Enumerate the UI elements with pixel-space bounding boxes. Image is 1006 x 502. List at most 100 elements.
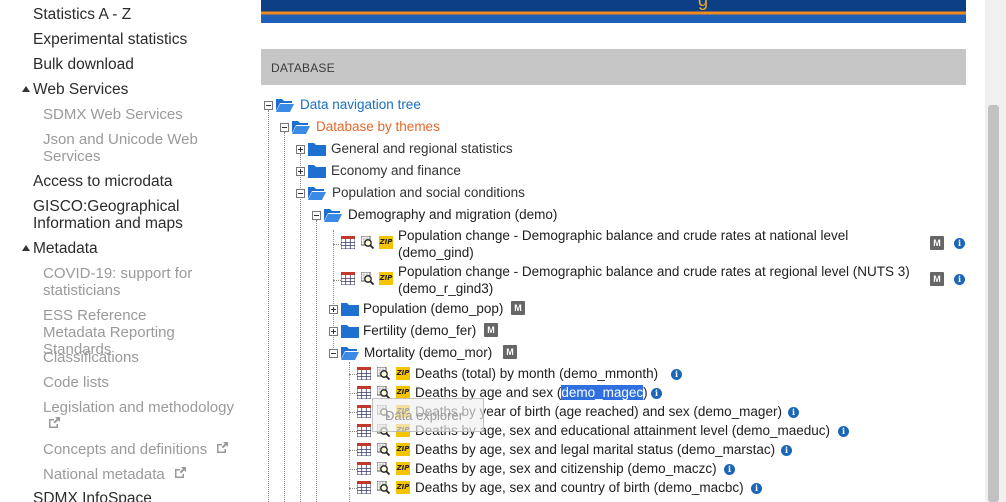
table-icon[interactable] [357,424,371,437]
info-icon[interactable]: i [651,388,662,399]
data-explorer-icon[interactable] [377,462,390,475]
sidebar-item-experimental-statistics[interactable]: Experimental statistics [33,31,187,48]
collapse-icon[interactable] [296,189,305,198]
sidebar-item-sdmx-web-services[interactable]: SDMX Web Services [43,106,183,123]
info-icon[interactable]: i [954,274,965,285]
collapse-icon[interactable] [264,101,273,110]
tree-line [333,230,334,358]
tree-node-label: Fertility (demo_fer) [363,323,477,338]
expand-icon[interactable] [329,305,338,314]
collapse-icon[interactable] [329,349,338,358]
table-icon[interactable] [341,236,355,249]
sidebar-item-label: Concepts and definitions [43,441,208,458]
sidebar-item-national-metadata[interactable]: National metadata [43,466,187,483]
sidebar-item-bulk-download[interactable]: Bulk download [33,56,134,73]
folder-open-icon [276,99,294,112]
sidebar-item-sdmx-infospace[interactable]: SDMX InfoSpace [33,490,152,502]
tree-line [349,488,357,489]
info-icon[interactable]: i [751,483,762,494]
tree-line [349,362,350,502]
info-icon[interactable]: i [724,464,735,475]
zip-download-icon[interactable]: ZIP [379,236,393,249]
metadata-icon[interactable]: M [484,323,498,337]
folder-open-icon [341,347,359,360]
tree-node-label: Demography and migration (demo) [348,207,558,222]
caret-up-icon[interactable] [22,245,30,251]
table-icon[interactable] [357,386,371,399]
tree-node-label: Deaths (total) by month (demo_mmonth) [415,366,659,381]
zip-download-icon[interactable]: ZIP [396,367,410,380]
sidebar-group-metadata[interactable]: Metadata [22,240,98,257]
folder-open-icon [308,187,326,200]
folder-icon [308,165,326,178]
info-icon[interactable]: i [671,369,682,380]
info-icon[interactable]: i [838,426,849,437]
folder-icon [308,143,326,156]
caret-up-icon[interactable] [22,86,30,92]
tree-line [284,132,285,502]
sidebar: Statistics A - Z Experimental statistics… [0,0,258,502]
external-link-icon [174,467,186,478]
tree-node-label: Population (demo_pop) [363,301,504,316]
folder-open-icon [292,121,310,134]
sidebar-group-label: Web Services [33,81,129,98]
info-icon[interactable]: i [781,445,792,456]
sidebar-group-web-services[interactable]: Web Services [22,81,129,98]
zip-download-icon[interactable]: ZIP [396,462,410,475]
metadata-icon[interactable]: M [930,236,944,250]
section-title: DATABASE [271,61,335,75]
sidebar-item-concepts-definitions[interactable]: Concepts and definitions [43,441,229,458]
tree-line [333,244,341,245]
info-icon[interactable]: i [788,407,799,418]
folder-icon [341,325,359,338]
table-icon[interactable] [357,367,371,380]
sidebar-item-json-unicode-web-services[interactable]: Json and Unicode Web Services [43,131,213,165]
zip-download-icon[interactable]: ZIP [396,443,410,456]
selected-text: demo_magec [561,385,644,400]
dataset-demo-gind[interactable]: ZIP Population change - Demographic bala… [341,227,971,263]
metadata-icon[interactable]: M [511,301,525,315]
collapse-icon[interactable] [280,123,289,132]
dataset-demo-r-gind3[interactable]: ZIP Population change - Demographic bala… [341,263,971,299]
table-icon[interactable] [341,272,355,285]
tree-line [316,220,317,502]
sidebar-item-access-to-microdata[interactable]: Access to microdata [33,173,173,190]
info-icon[interactable]: i [954,238,965,249]
tree-node-label: Population change - Demographic balance … [398,264,910,296]
table-icon[interactable] [357,481,371,494]
expand-icon[interactable] [329,327,338,336]
sidebar-item-gisco[interactable]: GISCO:Geographical Information and maps [33,198,248,232]
sidebar-item-label: Legislation and methodology [43,399,234,416]
tree-line [349,450,357,451]
tree-line [349,393,357,394]
table-icon[interactable] [357,462,371,475]
sidebar-item-statistics-a-z[interactable]: Statistics A - Z [33,6,131,23]
expand-icon[interactable] [296,145,305,154]
sidebar-item-covid-19[interactable]: COVID-19: support for statisticians [43,265,203,299]
data-explorer-icon[interactable] [377,367,390,380]
data-explorer-icon[interactable] [361,236,374,249]
table-icon[interactable] [357,405,371,418]
data-explorer-icon[interactable] [377,481,390,494]
sidebar-item-legislation[interactable]: Legislation and methodology [43,399,243,433]
zip-download-icon[interactable]: ZIP [379,272,393,285]
metadata-icon[interactable]: M [930,272,944,286]
sidebar-item-code-lists[interactable]: Code lists [43,374,109,391]
tree-node-label: Economy and finance [331,163,461,178]
folder-open-icon [324,209,342,222]
tree-line [349,412,357,413]
table-icon[interactable] [357,443,371,456]
tooltip: Data explorer [372,398,484,432]
scrollbar-thumb[interactable] [988,105,999,502]
metadata-icon[interactable]: M [503,345,517,359]
data-explorer-icon[interactable] [377,443,390,456]
zip-download-icon[interactable]: ZIP [396,481,410,494]
tree-node-label: Population change - Demographic balance … [398,228,849,260]
data-explorer-icon[interactable] [361,272,374,285]
tooltip-text: Data explorer [385,408,464,423]
expand-icon[interactable] [296,167,305,176]
sidebar-item-classifications[interactable]: Classifications [43,349,139,366]
tree-node-label: Deaths by age, sex and citizenship (demo… [415,461,717,476]
collapse-icon[interactable] [312,211,321,220]
tree-line [300,154,301,502]
